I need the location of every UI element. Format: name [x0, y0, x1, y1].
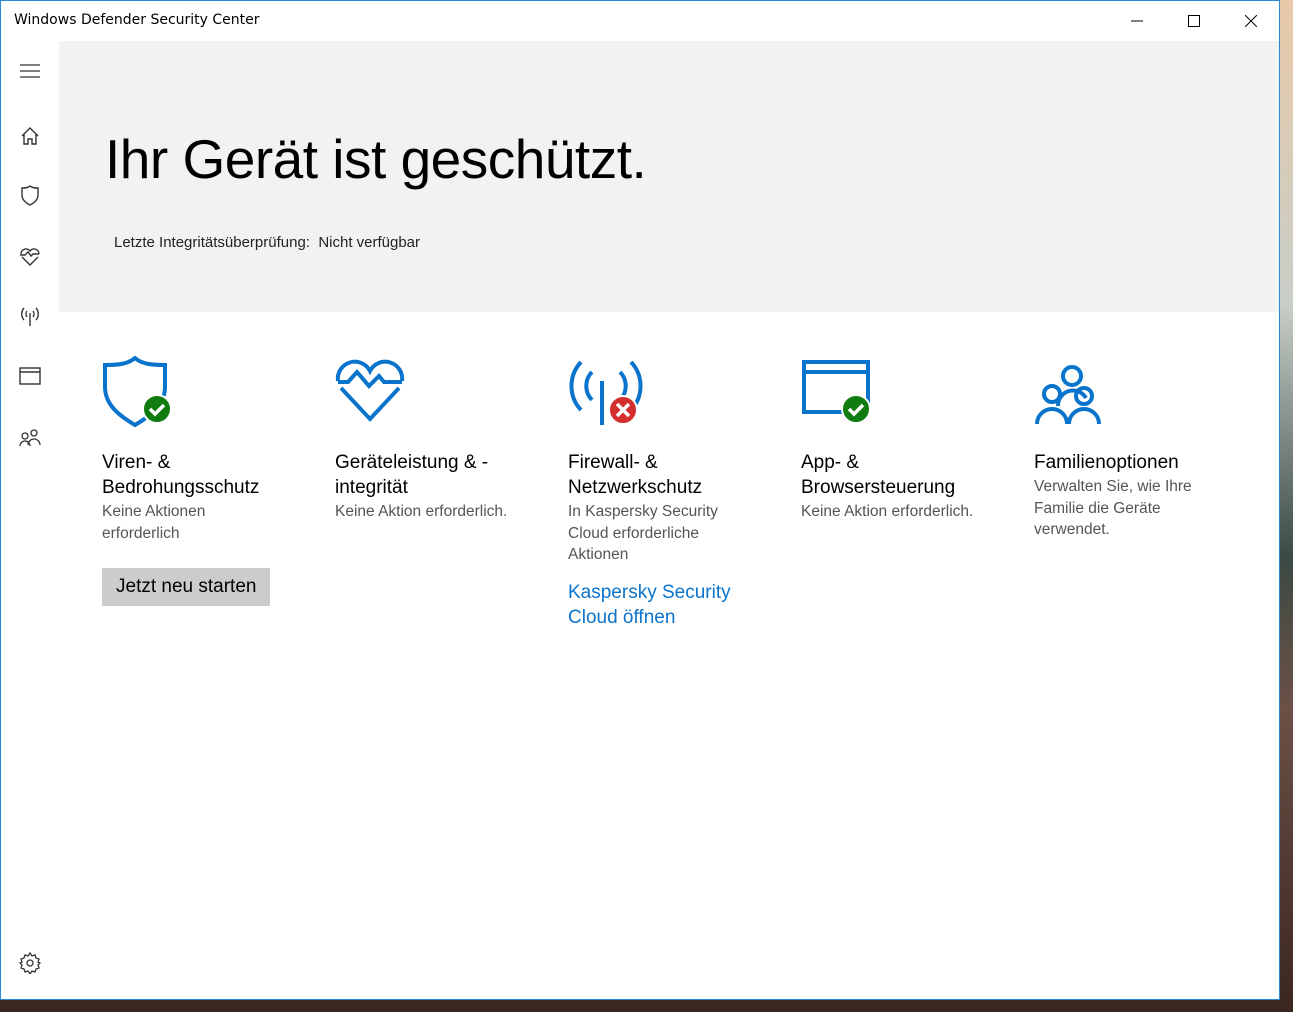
browser-window-icon	[19, 367, 41, 385]
antenna-error-icon	[569, 360, 643, 425]
sidebar-item-family[interactable]	[15, 423, 45, 453]
home-icon	[21, 127, 39, 145]
tile-title: Familienoptionen	[1034, 452, 1179, 473]
tile-desc: Verwalten Sie, wie Ihre Familie die Gerä…	[1034, 478, 1192, 538]
tile-virus-protection[interactable]: Viren- & Bedrohungsschutz Keine Aktionen…	[102, 355, 312, 606]
sidebar-item-firewall[interactable]	[15, 301, 45, 331]
sidebar-item-app-browser[interactable]	[15, 361, 45, 391]
tile-device-health[interactable]: Geräteleistung & -integrität Keine Aktio…	[335, 356, 545, 523]
wireless-antenna-icon	[21, 307, 39, 326]
sidebar	[1, 41, 59, 999]
restart-now-button[interactable]: Jetzt neu starten	[102, 568, 271, 606]
heart-pulse-icon	[335, 359, 405, 422]
tile-desc: Keine Aktionen erforderlich	[102, 503, 206, 542]
shield-icon	[21, 185, 39, 206]
maximize-icon	[1187, 15, 1200, 27]
hamburger-icon	[20, 64, 40, 78]
sidebar-item-virus-protection[interactable]	[15, 181, 45, 211]
close-icon	[1244, 15, 1257, 27]
tile-title: Firewall- & Netzwerkschutz	[568, 452, 703, 498]
tile-title: Geräteleistung & -integrität	[335, 452, 489, 498]
settings-button[interactable]	[15, 948, 45, 978]
sidebar-item-home[interactable]	[15, 121, 45, 151]
tile-title: Viren- & Bedrohungsschutz	[102, 452, 260, 498]
heart-pulse-icon	[20, 248, 40, 266]
minimize-icon	[1130, 20, 1143, 22]
tile-desc: In Kaspersky Security Cloud erforderlich…	[568, 503, 718, 563]
tile-title: App- & Browsersteuerung	[801, 452, 956, 498]
close-button[interactable]	[1222, 1, 1279, 41]
tile-app-browser[interactable]: App- & Browsersteuerung Keine Aktion erf…	[801, 356, 1011, 523]
tile-desc: Keine Aktion erforderlich.	[335, 503, 508, 520]
family-icon	[1035, 365, 1101, 425]
app-window: Windows Defender Security Center Ihr Ger…	[0, 0, 1280, 1000]
family-icon	[19, 429, 41, 447]
status-hero: Ihr Gerät ist geschützt. Letzte Integrit…	[59, 41, 1279, 312]
last-check-value: Nicht verfügbar	[318, 234, 421, 251]
title-bar: Windows Defender Security Center	[1, 1, 1279, 41]
tile-firewall[interactable]: Firewall- & Netzwerkschutz In Kaspersky …	[568, 356, 778, 630]
window-title: Windows Defender Security Center	[14, 12, 260, 28]
open-kaspersky-link[interactable]: Kaspersky Security Cloud öffnen	[568, 580, 738, 630]
minimize-button[interactable]	[1108, 1, 1165, 41]
gear-icon	[19, 952, 41, 974]
browser-check-icon	[802, 360, 871, 424]
shield-check-icon	[103, 355, 172, 428]
maximize-button[interactable]	[1165, 1, 1222, 41]
tile-family[interactable]: Familienoptionen Verwalten Sie, wie Ihre…	[1034, 356, 1244, 541]
tile-desc: Keine Aktion erforderlich.	[801, 503, 974, 520]
last-check-label: Letzte Integritätsüberprüfung:	[114, 234, 310, 251]
page-title: Ihr Gerät ist geschützt.	[105, 128, 647, 190]
last-check: Letzte Integritätsüberprüfung: Nicht ver…	[114, 234, 420, 251]
sidebar-item-device-health[interactable]	[15, 241, 45, 271]
hamburger-menu-button[interactable]	[15, 56, 45, 86]
